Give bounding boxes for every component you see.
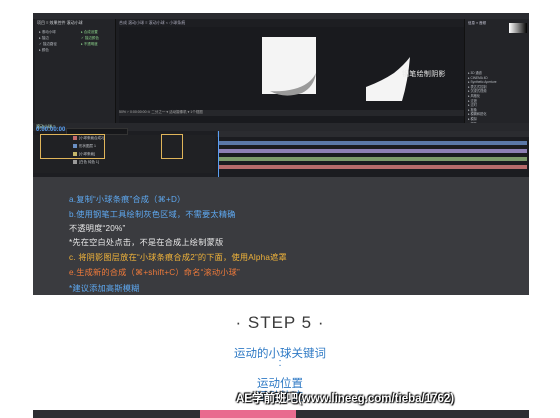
- time-ruler[interactable]: [217, 131, 529, 137]
- info-tab[interactable]: 信息 ≡ 音频: [468, 21, 486, 26]
- color-swatch[interactable]: [509, 23, 527, 33]
- layer-bar[interactable]: [219, 157, 527, 161]
- instruction-tip: *建议添加高斯模糊: [69, 284, 140, 293]
- layer-row[interactable]: [白色 纯色 1]: [33, 159, 215, 165]
- fx-item[interactable]: ▸ 不透明度: [81, 41, 99, 47]
- effects-presets-panel[interactable]: 信息 ≡ 音频 ▸ 3D 通道 ▸ CINEMA 4D ▸ Synthetic …: [464, 19, 529, 127]
- effect-tree: ▸ 合成设置 ✓ 描边颜色 ▸ 不透明度: [81, 29, 99, 47]
- tree-item[interactable]: ▸ 颜色: [39, 47, 57, 53]
- instruction-b-opacity: 不透明度“20%”: [69, 224, 126, 233]
- watermark: AE学前班吧(www.lineeg.com/tieba/1762): [236, 393, 455, 405]
- layer-name: [白色 纯色 1]: [79, 160, 99, 164]
- playhead[interactable]: [218, 131, 219, 177]
- highlight-box-trackmatte: [161, 134, 183, 159]
- project-tab[interactable]: 项目 ≡ 效果控件 滚动小球: [37, 20, 83, 26]
- instruction-a: a.复制“小球条痕”合成（⌘+D）: [69, 195, 186, 204]
- highlight-box-layers: [40, 134, 105, 159]
- next-screenshot-pink-edge: [200, 410, 296, 418]
- composition-tabs[interactable]: 合成 滚动小球 ≡ 滚动小球 < 小球条痕: [119, 20, 185, 26]
- effects-list: ▸ 3D 通道 ▸ CINEMA 4D ▸ Synthetic Aperture…: [468, 71, 497, 126]
- instruction-b-note: *先在空白处点击，不是在合成上绘制蒙版: [69, 238, 224, 247]
- brush-shadow-label: 钢笔绘制阴影: [402, 71, 446, 78]
- gray-shadow-shape: [270, 73, 316, 96]
- shadow-shapes: [270, 57, 410, 101]
- layer-bar[interactable]: [219, 141, 527, 145]
- step-colon: :: [278, 357, 282, 369]
- timecode-display[interactable]: 0:00:00:00: [36, 127, 65, 133]
- timeline-tracks[interactable]: [217, 131, 529, 177]
- layer-color-chip: [73, 160, 77, 164]
- ae-screenshot: 项目 ≡ 效果控件 滚动小球 ▸ 滚动小球 ▸ 描边 ✓ 描边路径 ▸ 颜色 ▸…: [33, 13, 529, 295]
- step-title: · STEP 5 ·: [235, 313, 325, 332]
- instruction-c: c. 将阴影图层放在“小球条痕合成2”的下面，使用Alpha遮罩: [69, 253, 287, 262]
- composition-toolbar[interactable]: 50% ⌐ 0:00:00:00 ⊙ 二分之一 ▾ 活动摄像机 ▾ 1个视图: [119, 110, 464, 116]
- white-brush-shape: [366, 57, 410, 101]
- instruction-b: b.使用钢笔工具绘制灰色区域，不需要太精确: [69, 210, 236, 219]
- project-panel[interactable]: 项目 ≡ 效果控件 滚动小球 ▸ 滚动小球 ▸ 描边 ✓ 描边路径 ▸ 颜色 ▸…: [35, 19, 116, 127]
- instruction-e: e.生成新的合成（⌘+shift+C）命名“滚动小球”: [69, 268, 240, 277]
- instructions-panel: a.复制“小球条痕”合成（⌘+D） b.使用钢笔工具绘制灰色区域，不需要太精确 …: [33, 177, 529, 295]
- layer-bar[interactable]: [219, 149, 527, 153]
- layer-bar[interactable]: [219, 165, 527, 169]
- project-tree: ▸ 滚动小球 ▸ 描边 ✓ 描边路径 ▸ 颜色: [39, 29, 57, 53]
